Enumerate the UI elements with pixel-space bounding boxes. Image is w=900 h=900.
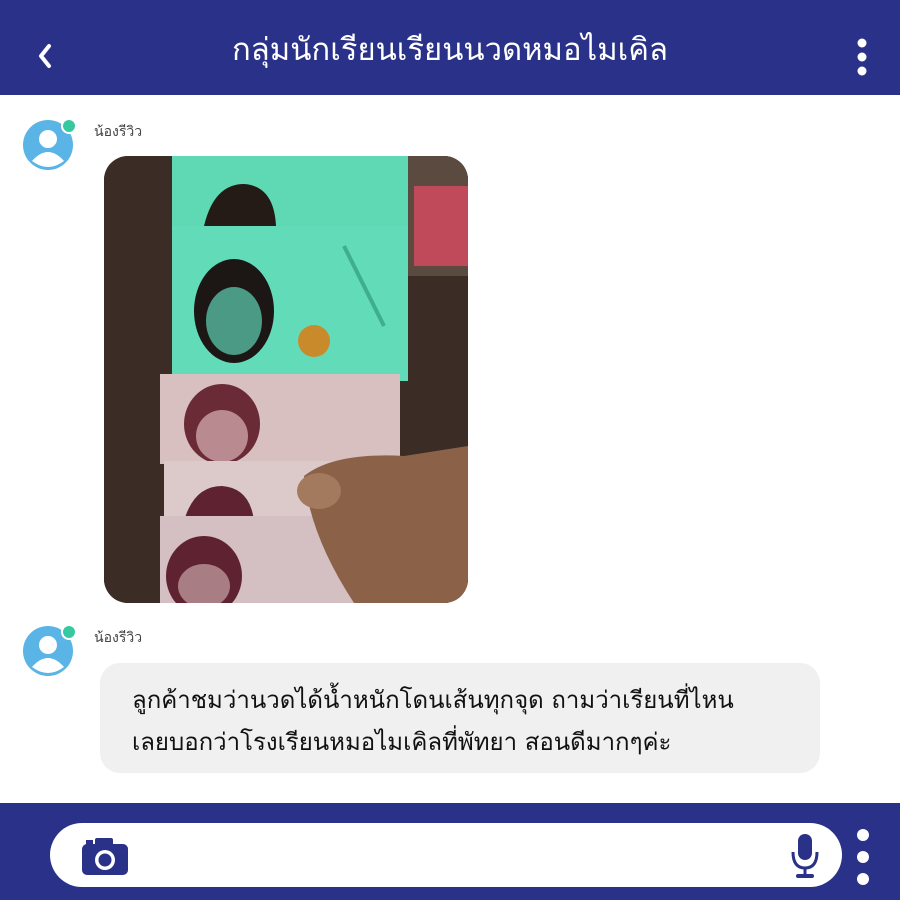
more-vertical-icon[interactable] — [854, 38, 870, 76]
message-bubble: ลูกค้าชมว่านวดได้น้ำหนักโดนเส้นทุกจุด ถา… — [100, 663, 820, 773]
sender-name: น้องรีวิว — [94, 630, 143, 646]
message-text-line: เลยบอกว่าโรงเรียนหมอไมเคิลที่พัทยา สอนดี… — [132, 728, 672, 756]
sender-name: น้องรีวิว — [94, 124, 143, 140]
chat-title: กลุ่มนักเรียนเรียนนวดหมอไมเคิล — [232, 32, 668, 68]
chat-area: น้องรีวิว น้องรีวิว ลูกค้าชมว่านวดได้น้ำ… — [0, 95, 900, 803]
chat-header: กลุ่มนักเรียนเรียนนวดหมอไมเคิล — [0, 0, 900, 95]
microphone-icon[interactable] — [788, 832, 822, 880]
more-vertical-icon[interactable] — [854, 827, 872, 887]
camera-icon[interactable] — [80, 835, 130, 877]
message-input[interactable] — [50, 823, 842, 887]
user-avatar-icon[interactable] — [22, 117, 78, 173]
back-chevron-icon[interactable] — [30, 36, 60, 76]
message-text-line: ลูกค้าชมว่านวดได้น้ำหนักโดนเส้นทุกจุด ถา… — [132, 686, 734, 714]
user-avatar-icon[interactable] — [22, 623, 78, 679]
banknotes-image — [104, 156, 468, 603]
message-photo[interactable] — [104, 156, 468, 603]
chat-footer — [0, 803, 900, 900]
